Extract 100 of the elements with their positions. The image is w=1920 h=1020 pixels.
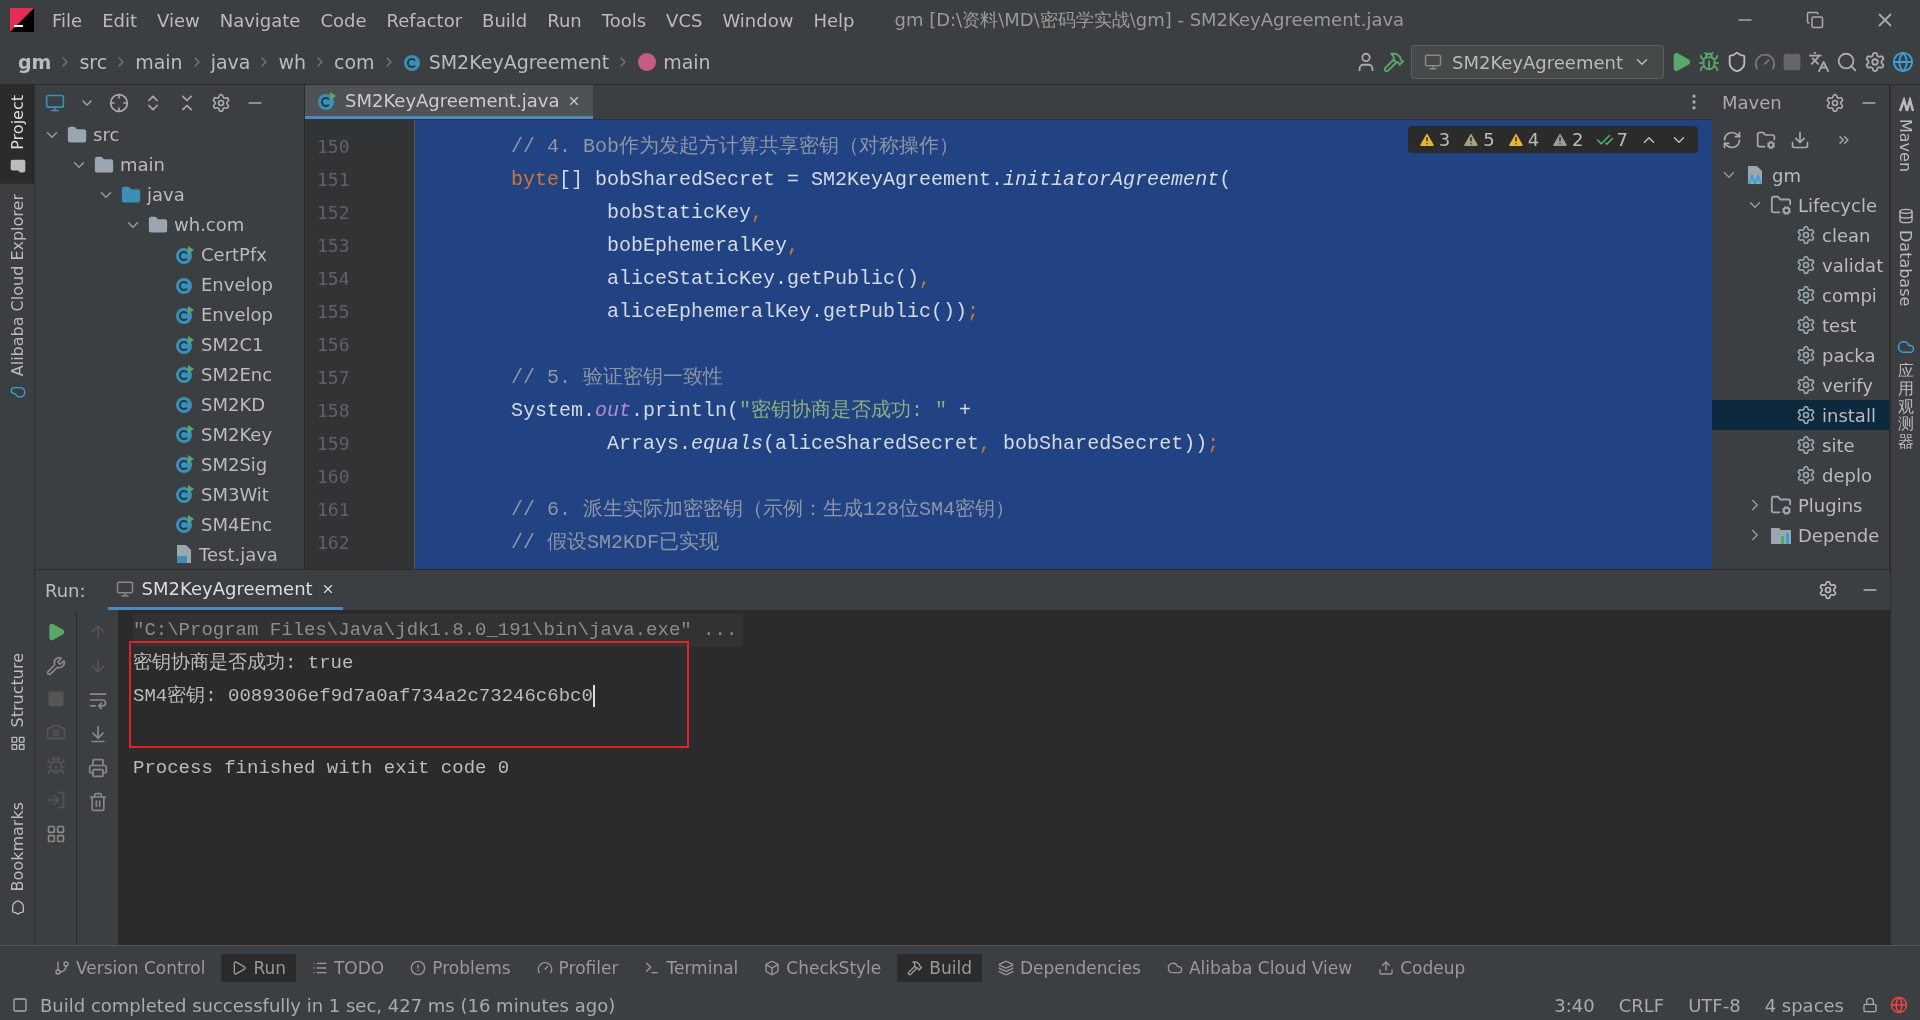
tool-window-button[interactable]: Codeup — [1368, 954, 1476, 982]
window-icon — [1424, 53, 1442, 71]
status-item[interactable]: 4 spaces — [1758, 994, 1850, 1016]
tool-window-tab[interactable]: Bookmarks — [0, 791, 35, 925]
tool-window-tab[interactable]: 应用观测器 — [1897, 362, 1914, 451]
tool-window-button[interactable]: Terminal — [634, 954, 749, 982]
translate-icon[interactable] — [1808, 51, 1830, 73]
tree-item[interactable]: Envelop — [35, 299, 304, 330]
menu-item[interactable]: VCS — [656, 9, 713, 31]
menu-item[interactable]: Window — [712, 9, 804, 31]
maven-goal[interactable]: compi — [1712, 280, 1889, 310]
tool-window-button[interactable]: Alibaba Cloud View — [1156, 954, 1363, 982]
view-mode-icon[interactable] — [45, 92, 65, 113]
tool-window-tab[interactable]: Alibaba Cloud Explorer — [0, 183, 35, 410]
maven-goal[interactable]: packa — [1712, 340, 1889, 370]
inspection-count: 7 — [1616, 129, 1628, 150]
tree-item[interactable]: Plugins — [1712, 490, 1889, 520]
search-icon[interactable] — [1836, 51, 1858, 73]
layout-toggle-icon[interactable] — [12, 997, 28, 1013]
menu-item[interactable]: Build — [472, 9, 538, 31]
breadcrumb[interactable]: gm — [18, 51, 52, 73]
tool-window-button[interactable]: Profiler — [526, 954, 629, 982]
tree-item[interactable]: main — [35, 149, 304, 180]
debug-icon[interactable] — [1698, 51, 1720, 73]
hammer-icon[interactable] — [1383, 51, 1405, 73]
menu-item[interactable]: File — [42, 9, 93, 31]
tool-window-tab[interactable]: Project — [0, 85, 35, 184]
menu-item[interactable]: Edit — [92, 9, 147, 31]
tool-window-button[interactable]: TODO — [302, 954, 395, 982]
tool-window-button[interactable]: Dependencies — [988, 954, 1151, 982]
tree-item[interactable]: SM3Wit — [35, 479, 304, 510]
menu-item[interactable]: Tools — [591, 9, 657, 31]
status-item[interactable]: CRLF — [1612, 994, 1671, 1016]
tree-item[interactable]: Envelop — [35, 269, 304, 300]
run-configuration-dropdown[interactable]: SM2KeyAgreement — [1411, 45, 1664, 79]
breadcrumb[interactable]: com — [334, 51, 375, 73]
settings-icon[interactable] — [1864, 51, 1886, 73]
maven-goal[interactable]: site — [1712, 430, 1889, 460]
tool-window-button[interactable]: CheckStyle — [754, 954, 892, 982]
trash-icon[interactable] — [87, 792, 108, 812]
tree-item[interactable]: SM2C1 — [35, 329, 304, 360]
maven-goal[interactable]: clean — [1712, 220, 1889, 250]
restore-icon[interactable] — [1806, 11, 1824, 29]
menu-item[interactable]: Navigate — [209, 9, 311, 31]
maven-goal[interactable]: deplo — [1712, 460, 1889, 490]
lock-icon[interactable] — [1862, 997, 1878, 1013]
runnable-class-icon — [175, 484, 195, 505]
breadcrumb[interactable]: main — [135, 51, 183, 73]
tool-window-button[interactable]: Problems — [400, 954, 521, 982]
settings-icon[interactable] — [211, 92, 231, 113]
run-tab[interactable]: SM2KeyAgreement — [107, 570, 343, 610]
maven-goal[interactable]: verify — [1712, 370, 1889, 400]
tool-window-button[interactable]: Run — [221, 954, 296, 982]
tree-item[interactable]: Lifecycle — [1712, 190, 1889, 220]
soft-wrap-icon[interactable] — [87, 690, 108, 710]
coverage-icon[interactable] — [1726, 51, 1748, 73]
breadcrumb[interactable]: src — [79, 51, 108, 73]
tree-item[interactable]: CertPfx — [35, 239, 304, 270]
download-icon[interactable] — [1790, 130, 1810, 150]
tree-item[interactable]: SM2Sig — [35, 449, 304, 480]
status-item[interactable]: UTF-8 — [1682, 994, 1747, 1016]
menu-item[interactable]: Help — [803, 9, 865, 31]
menu-item[interactable]: Code — [310, 9, 377, 31]
breadcrumb[interactable]: wh — [278, 51, 307, 73]
wrench-icon[interactable] — [45, 656, 66, 676]
tool-window-tab[interactable]: Database — [1896, 204, 1915, 311]
breadcrumb[interactable]: java — [210, 51, 251, 73]
tree-item[interactable]: SM2Enc — [35, 359, 304, 390]
breadcrumb[interactable]: SM2KeyAgreement — [402, 51, 610, 73]
breadcrumb[interactable]: main — [637, 51, 711, 73]
tool-window-tab[interactable]: Structure — [0, 643, 35, 762]
layout-icon[interactable] — [45, 824, 66, 844]
tree-item[interactable]: gm — [1712, 160, 1889, 190]
tree-item[interactable]: SM2Key — [35, 419, 304, 450]
tool-window-button[interactable]: Version Control — [44, 954, 216, 982]
maven-goal[interactable]: install — [1712, 400, 1889, 430]
plugin-status-icon[interactable] — [1890, 996, 1908, 1014]
locate-icon[interactable] — [109, 92, 129, 113]
menu-item[interactable]: Refactor — [376, 9, 473, 31]
menu-item[interactable]: Run — [537, 9, 592, 31]
tool-window-tab[interactable]: Maven — [1896, 93, 1915, 177]
tree-item[interactable]: SM2KD — [35, 389, 304, 420]
maven-goal[interactable]: test — [1712, 310, 1889, 340]
folder-refresh-icon[interactable] — [1756, 130, 1776, 150]
maven-goal[interactable]: validat — [1712, 250, 1889, 280]
plugin-icon[interactable] — [1892, 51, 1914, 73]
editor-tab[interactable]: SM2KeyAgreement.java — [305, 85, 594, 119]
tree-item[interactable]: src — [35, 120, 304, 150]
tool-window-button[interactable]: Build — [897, 954, 982, 982]
reload-icon[interactable] — [1722, 130, 1742, 150]
settings-icon[interactable] — [1818, 580, 1838, 600]
menu-item[interactable]: View — [147, 9, 210, 31]
tree-item[interactable]: Depende — [1712, 520, 1889, 550]
tree-item[interactable]: SM4Enc — [35, 509, 304, 540]
print-icon[interactable] — [87, 758, 108, 778]
settings-icon[interactable] — [1825, 92, 1845, 113]
status-item[interactable]: 3:40 — [1548, 994, 1601, 1016]
tree-item[interactable]: java — [35, 179, 304, 210]
tree-item[interactable]: Test.java — [35, 539, 304, 569]
tree-item[interactable]: wh.com — [35, 209, 304, 240]
